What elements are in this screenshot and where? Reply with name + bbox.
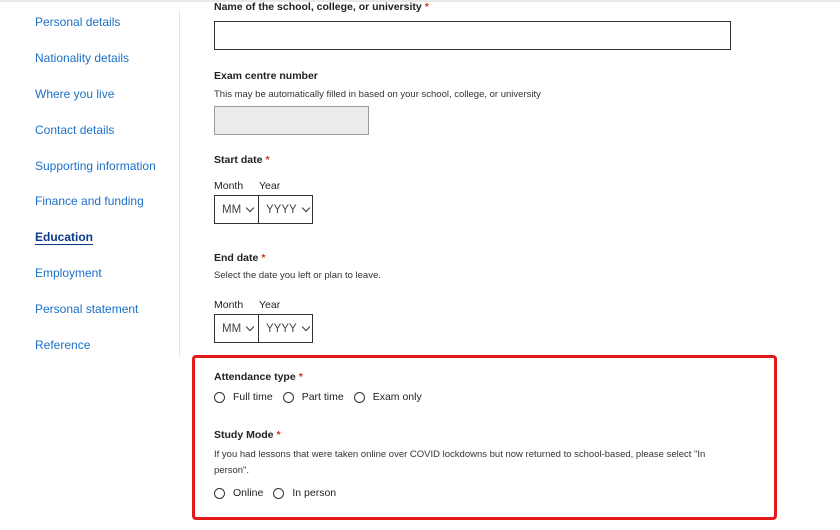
sidebar-nav: Personal details Nationality details Whe… (0, 0, 180, 530)
start-year-value: YYYY (266, 203, 297, 216)
highlight-annotation-box (192, 355, 777, 520)
end-year-select[interactable]: YYYY (258, 314, 313, 343)
sidebar-item-contact-details[interactable]: Contact details (35, 123, 114, 137)
sidebar-item-reference[interactable]: Reference (35, 338, 90, 352)
chevron-down-icon (245, 322, 255, 332)
end-year-value: YYYY (266, 322, 297, 335)
end-year-label: Year (259, 299, 281, 311)
start-month-select[interactable]: MM (214, 195, 259, 224)
start-year-select[interactable]: YYYY (258, 195, 313, 224)
required-marker: * (261, 252, 266, 264)
end-month-value: MM (222, 322, 242, 335)
required-marker: * (424, 1, 429, 13)
required-marker: * (265, 154, 270, 166)
sidebar-item-personal-details[interactable]: Personal details (35, 15, 120, 29)
start-date-label: Start date * (214, 154, 270, 166)
start-month-label: Month (214, 180, 244, 192)
sidebar-item-employment[interactable]: Employment (35, 266, 102, 280)
start-year-label: Year (259, 180, 281, 192)
chevron-down-icon (245, 203, 255, 213)
sidebar-item-supporting-information[interactable]: Supporting information (35, 159, 156, 173)
school-name-input[interactable] (214, 21, 731, 50)
exam-centre-label: Exam centre number (214, 70, 318, 82)
end-month-select[interactable]: MM (214, 314, 259, 343)
end-month-label: Month (214, 299, 244, 311)
exam-centre-input (214, 106, 369, 135)
exam-centre-hint: This may be automatically filled in base… (214, 89, 541, 100)
sidebar-item-where-you-live[interactable]: Where you live (35, 87, 114, 101)
end-date-label: End date * (214, 252, 266, 264)
sidebar-item-personal-statement[interactable]: Personal statement (35, 302, 138, 316)
chevron-down-icon (301, 322, 310, 332)
sidebar-item-education[interactable]: Education (35, 230, 93, 244)
sidebar-item-finance-and-funding[interactable]: Finance and funding (35, 194, 144, 208)
sidebar-item-nationality-details[interactable]: Nationality details (35, 51, 129, 65)
sidebar-divider (179, 10, 180, 356)
end-date-hint: Select the date you left or plan to leav… (214, 270, 381, 281)
school-name-label: Name of the school, college, or universi… (214, 1, 429, 13)
start-month-value: MM (222, 203, 242, 216)
chevron-down-icon (301, 203, 310, 213)
